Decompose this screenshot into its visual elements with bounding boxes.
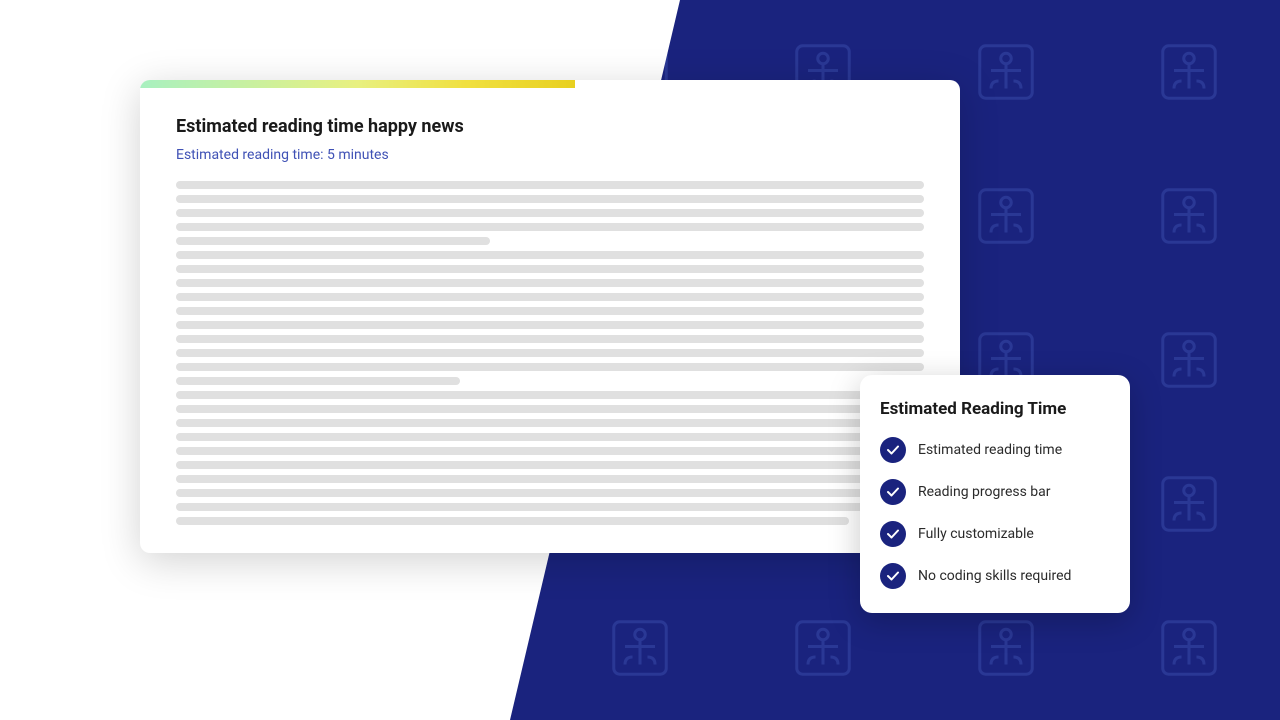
skeleton-line — [176, 251, 924, 259]
skeleton-line — [176, 237, 490, 245]
skeleton-line — [176, 447, 924, 455]
skeleton-line — [176, 209, 924, 217]
feature-item-4: No coding skills required — [880, 563, 1110, 589]
article-title: Estimated reading time happy news — [176, 116, 924, 137]
feature-item-1: Estimated reading time — [880, 437, 1110, 463]
skeleton-line — [176, 405, 924, 413]
anchor-cell — [549, 576, 732, 720]
skeleton-text — [176, 181, 924, 525]
check-icon-2 — [880, 479, 906, 505]
skeleton-line — [176, 489, 924, 497]
anchor-cell — [1097, 144, 1280, 288]
reading-progress-bar — [140, 80, 575, 88]
skeleton-line — [176, 419, 924, 427]
skeleton-line — [176, 377, 460, 385]
reading-time-link[interactable]: Estimated reading time: 5 minutes — [176, 147, 924, 163]
feature-card-title: Estimated Reading Time — [880, 399, 1110, 419]
skeleton-line — [176, 307, 924, 315]
skeleton-line — [176, 265, 924, 273]
skeleton-line — [176, 391, 924, 399]
skeleton-line — [176, 293, 924, 301]
feature-text-3: Fully customizable — [918, 526, 1034, 542]
check-icon-3 — [880, 521, 906, 547]
skeleton-line — [176, 433, 924, 441]
skeleton-line — [176, 475, 924, 483]
anchor-cell — [1097, 0, 1280, 144]
card-content: Estimated reading time happy news Estima… — [140, 88, 960, 553]
skeleton-line — [176, 335, 924, 343]
skeleton-line — [176, 181, 924, 189]
feature-text-4: No coding skills required — [918, 568, 1071, 584]
check-icon-1 — [880, 437, 906, 463]
skeleton-line — [176, 321, 924, 329]
feature-list: Estimated reading time Reading progress … — [880, 437, 1110, 589]
feature-text-1: Estimated reading time — [918, 442, 1062, 458]
skeleton-line — [176, 349, 924, 357]
skeleton-line — [176, 223, 924, 231]
browser-card: Estimated reading time happy news Estima… — [140, 80, 960, 553]
skeleton-line — [176, 503, 924, 511]
skeleton-line — [176, 279, 924, 287]
feature-text-2: Reading progress bar — [918, 484, 1051, 500]
feature-item-2: Reading progress bar — [880, 479, 1110, 505]
check-icon-4 — [880, 563, 906, 589]
skeleton-line — [176, 195, 924, 203]
feature-card: Estimated Reading Time Estimated reading… — [860, 375, 1130, 613]
skeleton-line — [176, 461, 924, 469]
feature-item-3: Fully customizable — [880, 521, 1110, 547]
skeleton-line — [176, 363, 924, 371]
skeleton-line — [176, 517, 849, 525]
